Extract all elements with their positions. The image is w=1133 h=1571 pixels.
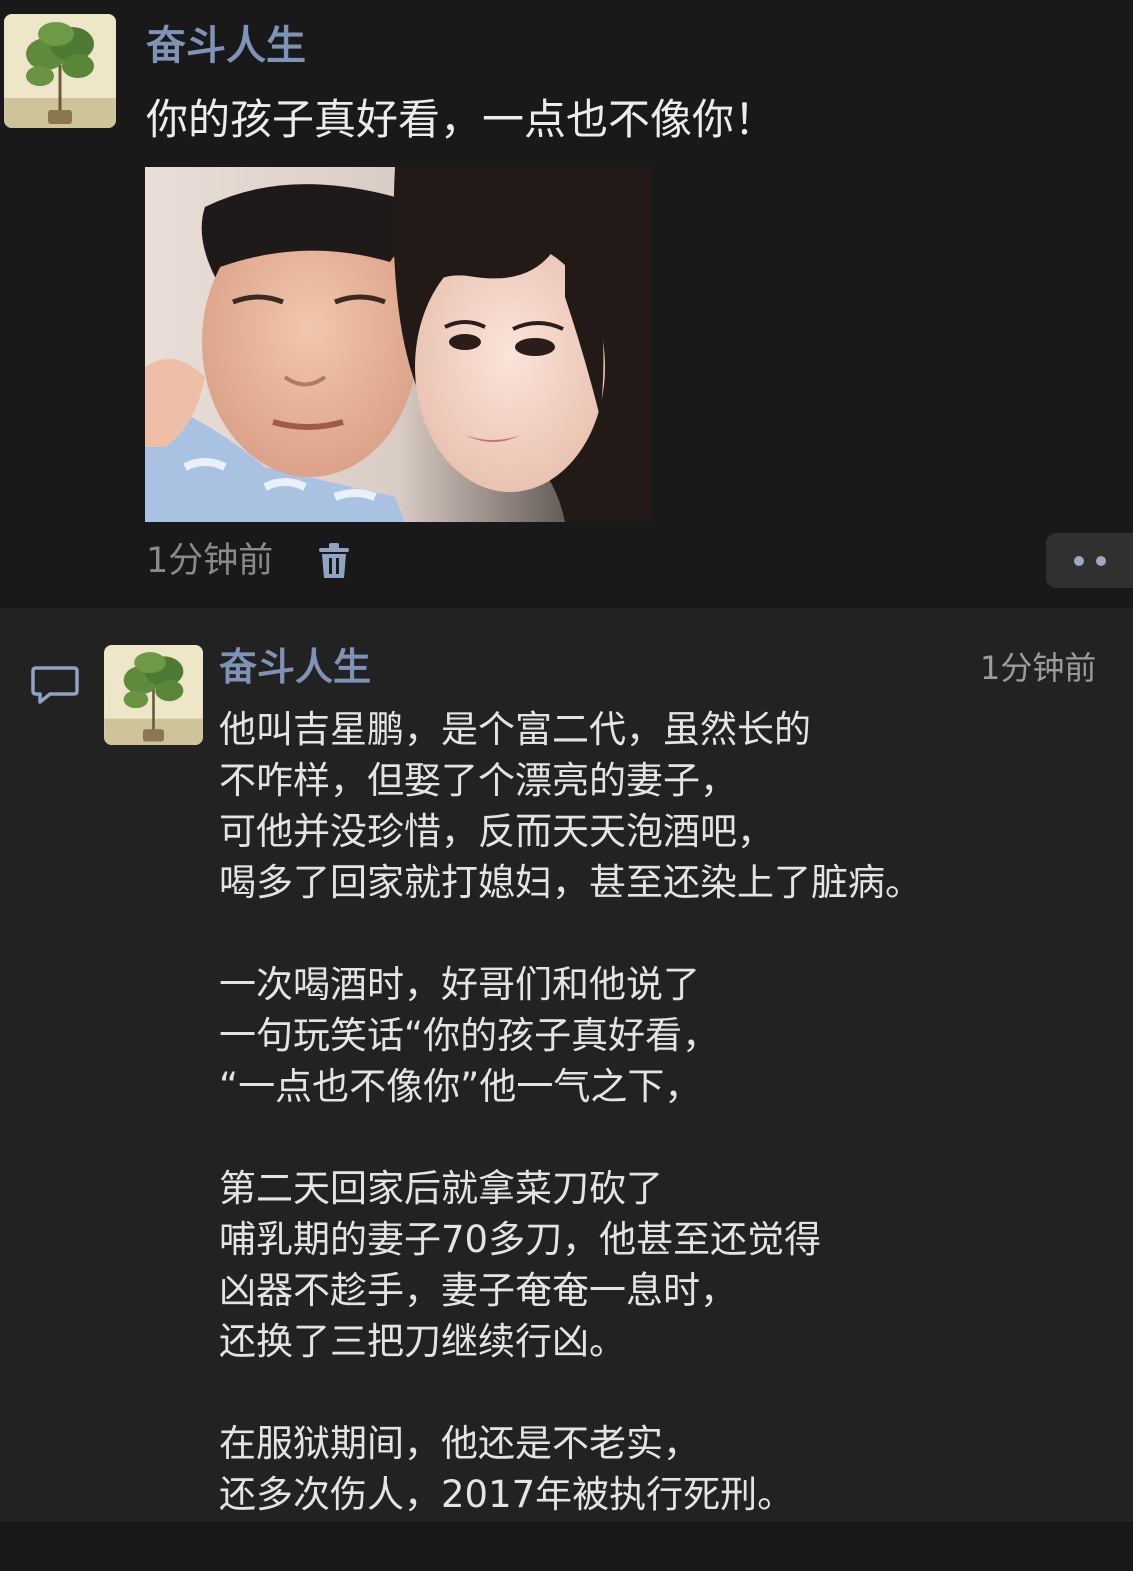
comment-line: 不咋样，但娶了个漂亮的妻子， — [219, 759, 737, 802]
more-dots-icon — [1095, 555, 1106, 566]
post-author-name[interactable]: 奋斗人生 — [146, 18, 306, 74]
comment-bubble-icon — [30, 664, 80, 706]
comment-line: 喝多了回家就打媳妇，甚至还染上了脏病。 — [219, 861, 922, 904]
comment-line: 他叫吉星鹏，是个富二代，虽然长的 — [219, 708, 811, 751]
couple-photo-image — [145, 167, 651, 522]
comment-line: 还多次伤人，2017年被执行死刑。 — [219, 1473, 795, 1516]
comment-line: 还换了三把刀继续行凶。 — [219, 1320, 626, 1363]
comment-paragraph: 在服狱期间，他还是不老实， 还多次伤人，2017年被执行死刑。 — [219, 1418, 1119, 1520]
comment-line: 哺乳期的妻子70多刀，他甚至还觉得 — [219, 1218, 822, 1261]
plant-avatar-icon — [104, 645, 203, 745]
post-author-avatar[interactable] — [4, 14, 116, 128]
more-options-button[interactable] — [1046, 533, 1133, 588]
comment-line: 在服狱期间，他还是不老实， — [219, 1422, 700, 1465]
trash-icon — [319, 543, 349, 578]
post-text: 你的孩子真好看，一点也不像你！ — [146, 95, 777, 144]
plant-avatar-icon — [4, 14, 116, 128]
delete-button[interactable] — [314, 540, 354, 582]
post-photo[interactable] — [145, 167, 651, 522]
comment-paragraph: 他叫吉星鹏，是个富二代，虽然长的 不咋样，但娶了个漂亮的妻子， 可他并没珍惜，反… — [219, 704, 1119, 908]
more-dots-icon — [1073, 555, 1084, 566]
comment-line: 一句玩笑话“你的孩子真好看， — [219, 1014, 720, 1057]
comment-author-avatar[interactable] — [104, 645, 203, 745]
comment-paragraph: 一次喝酒时，好哥们和他说了 一句玩笑话“你的孩子真好看， “一点也不像你”他一气… — [219, 959, 1119, 1112]
comment-timestamp: 1分钟前 — [980, 649, 1097, 687]
comment-paragraph: 第二天回家后就拿菜刀砍了 哺乳期的妻子70多刀，他甚至还觉得 凶器不趁手，妻子奄… — [219, 1163, 1119, 1367]
comment-line: “一点也不像你”他一气之下， — [219, 1065, 702, 1108]
comment-line: 第二天回家后就拿菜刀砍了 — [219, 1167, 663, 1210]
comment-line: 可他并没珍惜，反而天天泡酒吧， — [219, 810, 774, 853]
moment-post: 奋斗人生 你的孩子真好看，一点也不像你！ 1分钟前 — [0, 0, 1133, 608]
comment-line: 一次喝酒时，好哥们和他说了 — [219, 963, 700, 1006]
comment-line: 凶器不趁手，妻子奄奄一息时， — [219, 1269, 737, 1312]
post-timestamp: 1分钟前 — [146, 541, 274, 581]
comment-author-name[interactable]: 奋斗人生 — [219, 640, 371, 694]
comment-text: 他叫吉星鹏，是个富二代，虽然长的 不咋样，但娶了个漂亮的妻子， 可他并没珍惜，反… — [219, 704, 1119, 1571]
